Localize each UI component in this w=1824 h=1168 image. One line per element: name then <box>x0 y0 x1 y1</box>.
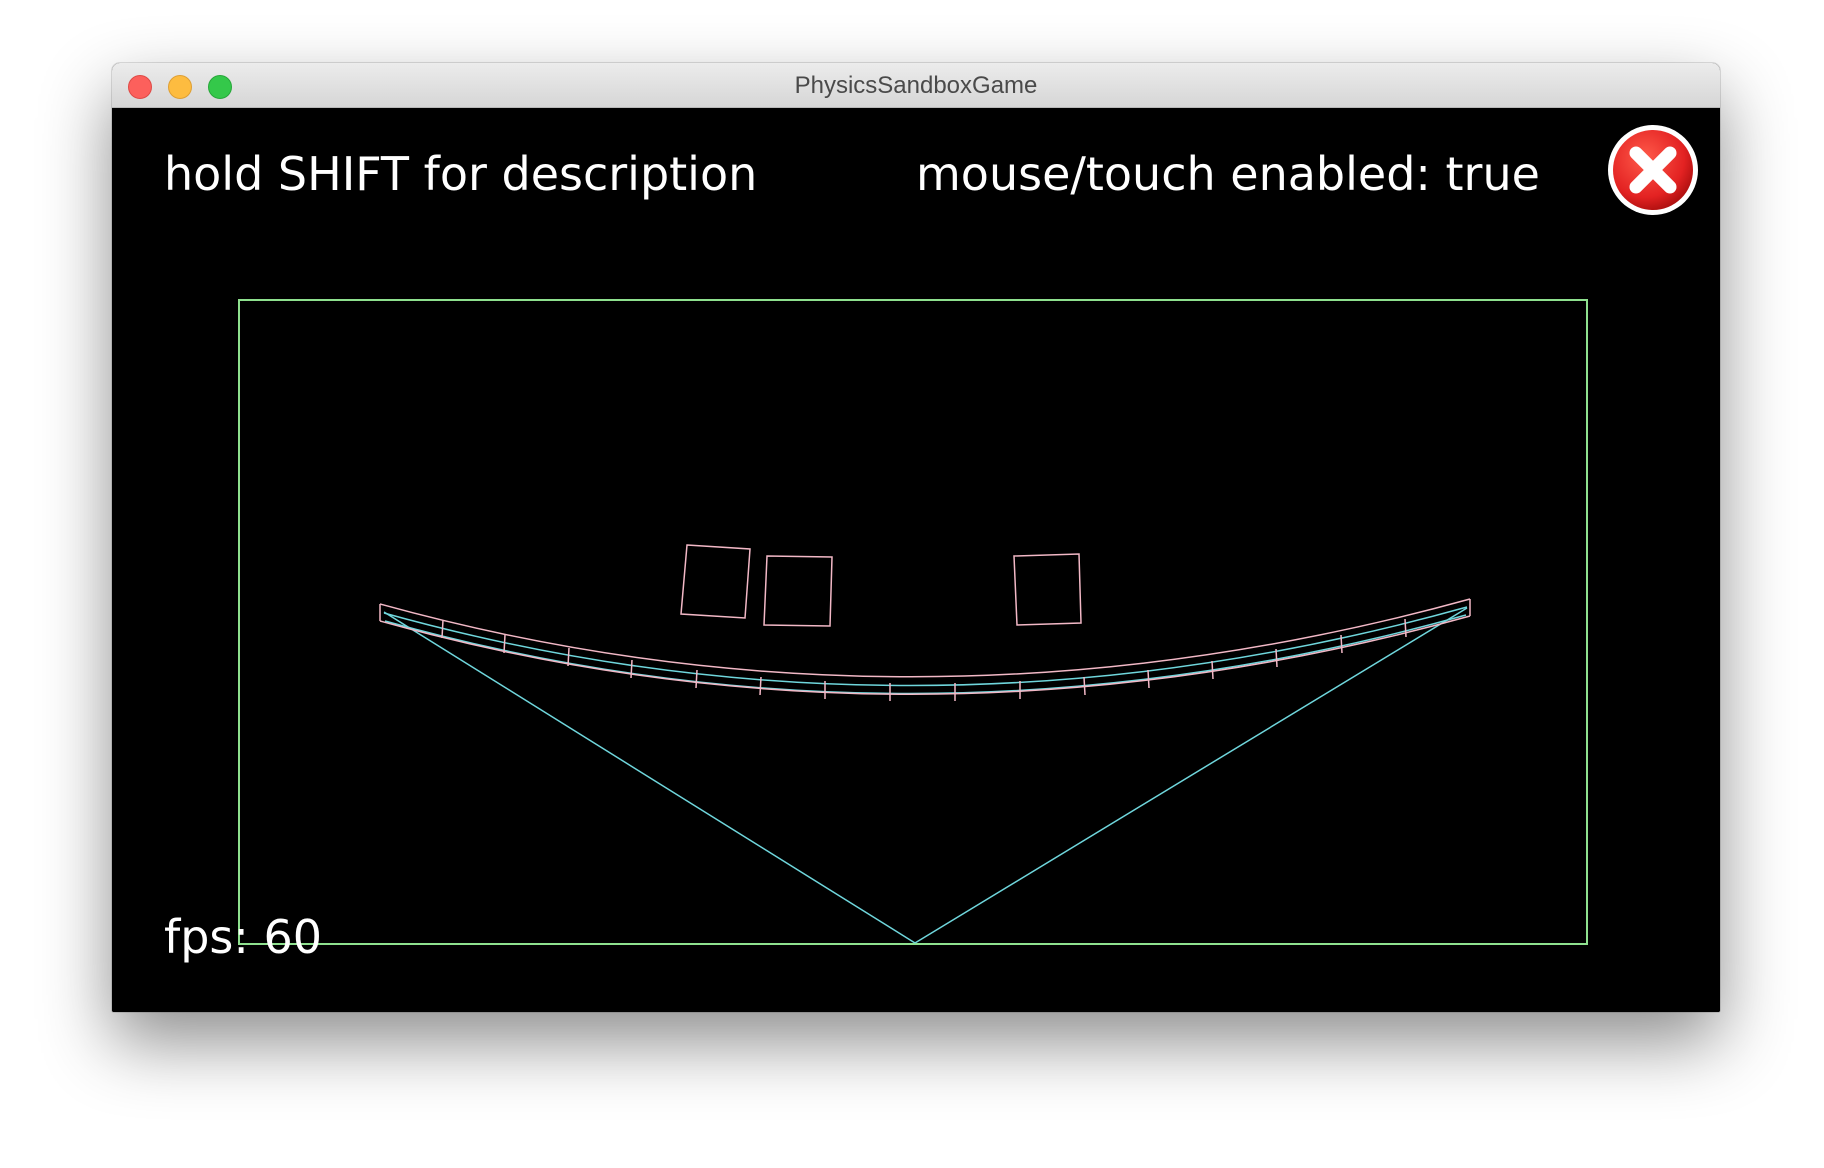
close-button[interactable] <box>1606 123 1700 217</box>
support-cables <box>383 606 1468 944</box>
crate[interactable] <box>1013 553 1082 626</box>
description-hint: hold SHIFT for description <box>164 147 758 201</box>
crates[interactable] <box>680 544 1082 627</box>
close-icon <box>1608 125 1698 215</box>
crate[interactable] <box>763 555 833 627</box>
mouse-touch-status: mouse/touch enabled: true <box>916 147 1540 201</box>
crate[interactable] <box>680 544 751 619</box>
physics-scene[interactable] <box>112 108 1720 1012</box>
fps-counter: fps: 60 <box>164 910 323 964</box>
game-canvas[interactable]: hold SHIFT for description mouse/touch e… <box>112 108 1720 1012</box>
title-bar[interactable]: PhysicsSandboxGame <box>112 63 1720 108</box>
window-title: PhysicsSandboxGame <box>794 72 1038 99</box>
app-window: PhysicsSandboxGame hold SHIFT for descri… <box>112 63 1720 1012</box>
world-boundary <box>238 299 1588 945</box>
